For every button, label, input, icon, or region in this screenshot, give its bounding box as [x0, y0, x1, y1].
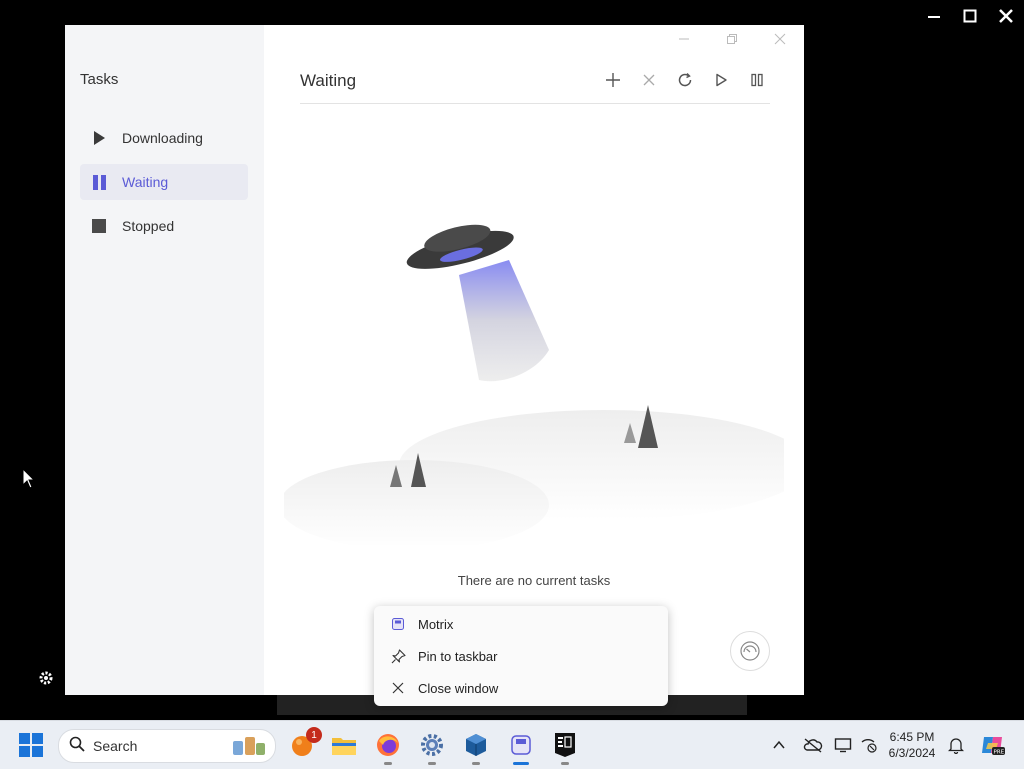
- host-minimize-button[interactable]: [916, 0, 952, 32]
- taskbar-app-orange[interactable]: 1: [286, 727, 322, 761]
- play-icon: [92, 131, 106, 145]
- search-icon: [69, 736, 85, 756]
- firefox-icon: [377, 734, 399, 756]
- taskbar-search[interactable]: Search: [58, 729, 276, 763]
- clock-date: 6/3/2024: [888, 746, 936, 760]
- speedometer-button[interactable]: [730, 631, 770, 671]
- host-close-button[interactable]: [988, 0, 1024, 32]
- folder-icon: [332, 738, 356, 755]
- notification-badge: 1: [306, 727, 322, 743]
- delete-icon: [643, 74, 655, 86]
- sidebar-item-stopped[interactable]: Stopped: [80, 208, 248, 244]
- stop-icon: [92, 219, 106, 233]
- speedometer-icon: [740, 641, 760, 661]
- bell-icon: [948, 738, 964, 754]
- tray-notifications[interactable]: [948, 721, 964, 769]
- tray-display[interactable]: [834, 721, 852, 769]
- monitor-icon: [834, 738, 852, 753]
- taskbar-clock[interactable]: 6:45 PM 6/3/2024: [880, 729, 944, 761]
- tray-network[interactable]: [860, 721, 878, 769]
- jump-item-label: Close window: [418, 680, 499, 696]
- tray-onedrive[interactable]: [803, 721, 823, 769]
- taskbar-app-epic-games[interactable]: [549, 729, 581, 765]
- refresh-icon: [678, 72, 692, 87]
- settings-gear-icon: [421, 734, 443, 756]
- chevron-up-icon: [773, 740, 785, 749]
- jump-item-pin-to-taskbar[interactable]: Pin to taskbar: [374, 640, 668, 672]
- close-icon: [774, 33, 786, 45]
- window-maximize-button[interactable]: [708, 25, 756, 53]
- network-disconnected-icon: [861, 739, 877, 753]
- jump-item-label: Pin to taskbar: [418, 648, 498, 664]
- resume-all-button[interactable]: [710, 69, 732, 91]
- start-button[interactable]: [19, 733, 43, 757]
- pause-all-button[interactable]: [746, 69, 768, 91]
- sidebar: Tasks Downloading Waiting Stopped: [65, 25, 264, 695]
- jump-item-motrix[interactable]: Motrix: [374, 608, 668, 640]
- search-highlight-icon: [233, 737, 265, 755]
- host-window-controls: [916, 0, 1024, 32]
- mouse-cursor-icon: [22, 467, 36, 495]
- task-toolbar: [602, 69, 768, 91]
- gear-icon[interactable]: [38, 670, 54, 691]
- empty-state-message: There are no current tasks: [457, 573, 611, 588]
- running-indicator: [428, 762, 436, 765]
- taskbar-app-firefox[interactable]: [372, 729, 404, 765]
- sidebar-item-label: Stopped: [122, 218, 175, 234]
- active-indicator: [513, 762, 529, 765]
- minimize-icon: [679, 38, 689, 40]
- jump-item-label: Motrix: [418, 616, 454, 632]
- taskbar-app-motrix[interactable]: [505, 729, 537, 765]
- motrix-window: Tasks Downloading Waiting Stopped Waitin…: [65, 25, 804, 695]
- page-title: Waiting: [300, 71, 357, 90]
- taskbar: Search 1 6:45 PM 6/3/2024 PRE: [0, 720, 1024, 769]
- empty-state-illustration: [284, 224, 784, 545]
- window-close-button[interactable]: [756, 25, 804, 53]
- maximize-icon: [727, 34, 737, 44]
- motrix-icon: [511, 735, 531, 755]
- running-indicator: [384, 762, 392, 765]
- copilot-icon: PRE: [982, 737, 1005, 756]
- sidebar-item-waiting[interactable]: Waiting: [80, 164, 248, 200]
- close-icon: [999, 9, 1013, 23]
- virtualbox-icon: [466, 734, 486, 756]
- main-panel: Waiting There are no current tasks: [264, 25, 804, 695]
- epic-games-icon: [555, 733, 575, 757]
- jump-list-menu: Motrix Pin to taskbar Close window: [374, 606, 668, 706]
- taskbar-app-settings[interactable]: [416, 729, 448, 765]
- motrix-icon: [390, 616, 406, 632]
- pin-icon: [390, 648, 406, 664]
- search-label: Search: [93, 738, 138, 754]
- title-divider: [300, 103, 770, 104]
- add-task-icon: [606, 73, 620, 87]
- resume-all-icon: [716, 73, 727, 87]
- svg-text:PRE: PRE: [994, 750, 1005, 756]
- window-minimize-button[interactable]: [660, 25, 708, 53]
- running-indicator: [561, 762, 569, 765]
- taskbar-app-virtualbox[interactable]: [460, 729, 492, 765]
- taskbar-app-file-explorer[interactable]: [328, 729, 360, 761]
- pause-icon: [92, 174, 106, 190]
- delete-task-button[interactable]: [638, 69, 660, 91]
- refresh-button[interactable]: [674, 69, 696, 91]
- add-task-button[interactable]: [602, 69, 624, 91]
- clock-time: 6:45 PM: [889, 730, 935, 744]
- tray-overflow-button[interactable]: [772, 721, 786, 769]
- tray-copilot[interactable]: PRE: [980, 721, 1006, 769]
- sidebar-title: Tasks: [80, 71, 119, 88]
- pause-all-icon: [751, 73, 763, 87]
- window-controls: [660, 25, 804, 53]
- maximize-icon: [963, 9, 977, 23]
- host-maximize-button[interactable]: [952, 0, 988, 32]
- running-indicator: [472, 762, 480, 765]
- sidebar-item-downloading[interactable]: Downloading: [80, 120, 248, 156]
- close-icon: [390, 680, 406, 696]
- minimize-icon: [928, 16, 940, 18]
- sidebar-item-label: Downloading: [122, 130, 203, 146]
- windows-logo-icon: [19, 733, 30, 744]
- cloud-offline-icon: [803, 738, 823, 753]
- jump-item-close-window[interactable]: Close window: [374, 672, 668, 704]
- sidebar-item-label: Waiting: [122, 174, 169, 190]
- sidebar-list: Downloading Waiting Stopped: [80, 120, 248, 252]
